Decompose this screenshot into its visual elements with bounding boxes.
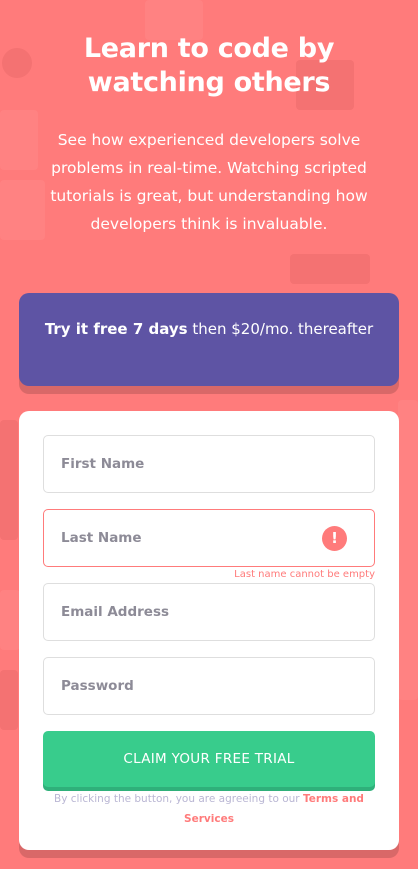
email-input[interactable]	[43, 583, 375, 641]
error-icon: !	[322, 526, 347, 551]
trial-promo-banner: Try it free 7 days then $20/mo. thereaft…	[19, 293, 399, 386]
signup-form: ! Last name cannot be empty CLAIM YOUR F…	[19, 411, 399, 850]
terms-notice: By clicking the button, you are agreeing…	[49, 789, 369, 829]
hero-subtitle: See how experienced developers solve pro…	[50, 131, 368, 233]
first-name-group	[43, 435, 375, 493]
last-name-error-message: Last name cannot be empty	[234, 569, 375, 580]
claim-trial-button[interactable]: CLAIM YOUR FREE TRIAL	[43, 731, 375, 787]
promo-bold-text: Try it free 7 days	[44, 320, 188, 338]
password-input[interactable]	[43, 657, 375, 715]
terms-prefix: By clicking the button, you are agreeing…	[54, 793, 303, 805]
first-name-input[interactable]	[43, 435, 375, 493]
promo-rest-text: then $20/mo. thereafter	[187, 320, 374, 338]
password-group	[43, 657, 375, 715]
last-name-group: ! Last name cannot be empty	[43, 509, 375, 580]
email-group	[43, 583, 375, 641]
hero-title: Learn to code by watching others	[83, 33, 335, 98]
